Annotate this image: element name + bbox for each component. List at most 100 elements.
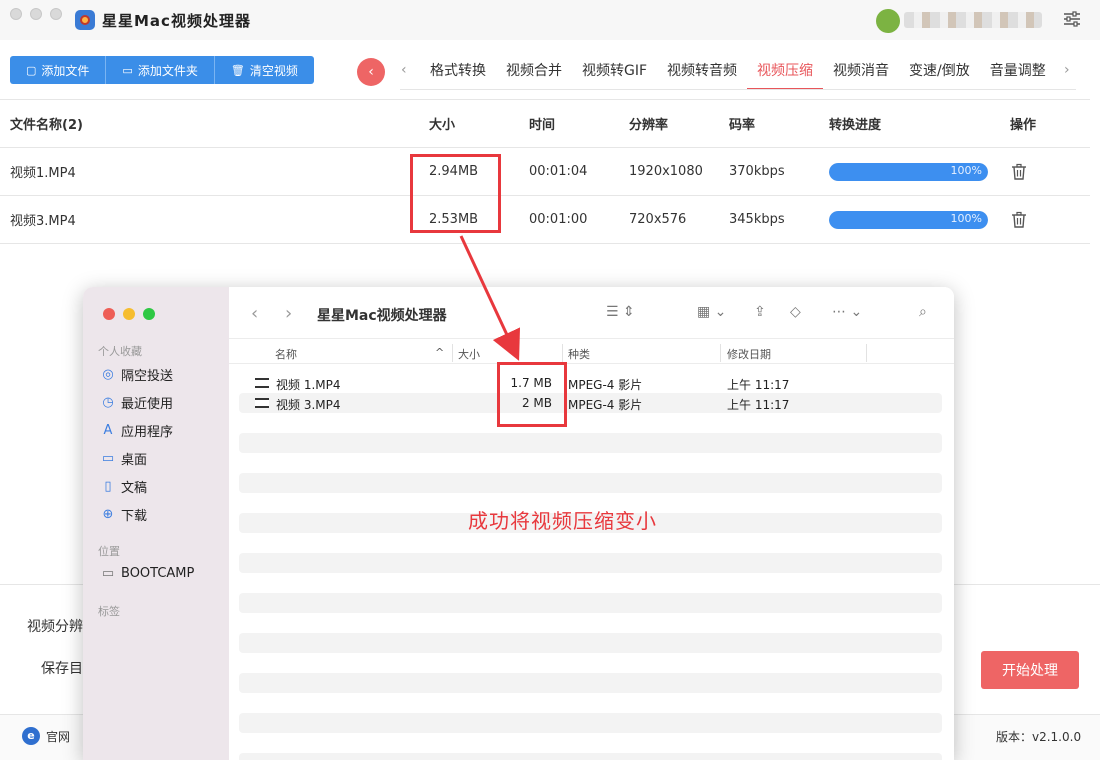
start-processing-button[interactable]: 开始处理 bbox=[981, 651, 1079, 689]
empty-row-stripe bbox=[239, 753, 942, 760]
sidebar-item-label: 桌面 bbox=[121, 453, 148, 468]
empty-row-stripe bbox=[239, 713, 942, 733]
progress-label: 100% bbox=[950, 211, 982, 225]
col-bitrate-header: 码率 bbox=[729, 118, 756, 133]
finder-minimize-button[interactable] bbox=[123, 308, 135, 320]
finder-toolbar: ‹ › 星星Mac视频处理器 ☰ ⇕ ▦ ⌄ ⇪ ◇ ⋯ ⌄ ⌕ bbox=[229, 287, 954, 339]
table-header: 文件名称(2) 大小 时间 分辨率 码率 转换进度 操作 bbox=[0, 100, 1090, 148]
finder-close-button[interactable] bbox=[103, 308, 115, 320]
progress-label: 100% bbox=[950, 163, 982, 177]
sidebar-item-1[interactable]: ◷ 最近使用 bbox=[101, 393, 173, 412]
minimize-window-button[interactable] bbox=[30, 8, 42, 20]
resolution-setting-label: 视频分辨 bbox=[27, 619, 83, 635]
tab-1[interactable]: 视频合并 bbox=[496, 52, 572, 90]
tabs-divider bbox=[400, 89, 1076, 90]
sidebar-item-4[interactable]: ▯ 文稿 bbox=[101, 477, 147, 496]
document-icon: ▯ bbox=[104, 479, 112, 494]
compressed-size-highlight-box bbox=[497, 362, 567, 427]
back-chevron-icon[interactable]: ‹ bbox=[251, 303, 258, 324]
sidebar-item-bootcamp[interactable]: ▭ BOOTCAMP bbox=[101, 566, 195, 581]
close-window-button[interactable] bbox=[10, 8, 22, 20]
tabs-scroll-right-icon[interactable]: › bbox=[1064, 62, 1070, 78]
bitrate-cell: 370kbps bbox=[729, 164, 785, 179]
save-dir-label: 保存目 bbox=[41, 661, 83, 677]
favorites-section-title: 个人收藏 bbox=[98, 345, 142, 358]
group-view-icon[interactable]: ▦ ⌄ bbox=[697, 304, 726, 320]
col-actions-header: 操作 bbox=[1010, 118, 1037, 133]
tab-2[interactable]: 视频转GIF bbox=[572, 52, 657, 90]
more-actions-icon[interactable]: ⋯ ⌄ bbox=[832, 304, 862, 320]
finder-file-row[interactable]: 视频 1.MP4 1.7 MB MPEG-4 影片 上午 11:17 bbox=[239, 373, 942, 393]
video-file-icon bbox=[255, 398, 269, 408]
user-avatar[interactable] bbox=[876, 9, 900, 33]
col-size-header: 大小 bbox=[429, 118, 456, 133]
tab-5[interactable]: 视频消音 bbox=[823, 52, 899, 90]
resolution-cell: 720x576 bbox=[629, 212, 687, 227]
empty-row-stripe bbox=[239, 633, 942, 653]
col-name-header: 文件名称(2) bbox=[10, 118, 83, 133]
sidebar-item-label: 最近使用 bbox=[121, 397, 174, 412]
tab-4[interactable]: 视频压缩 bbox=[747, 52, 824, 90]
add-file-button[interactable]: ▢ 添加文件 bbox=[10, 56, 107, 84]
tags-section-title: 标签 bbox=[98, 605, 120, 618]
tab-0[interactable]: 格式转换 bbox=[420, 52, 496, 90]
function-tabs: 格式转换 视频合并 视频转GIF 视频转音频 视频压缩 视频消音 变速/倒放 音量调整 bbox=[420, 52, 1056, 90]
file-name-cell: 视频1.MP4 bbox=[10, 166, 76, 181]
tab-6[interactable]: 变速/倒放 bbox=[899, 52, 980, 90]
tag-icon[interactable]: ◇ bbox=[790, 304, 801, 320]
col-kind[interactable]: 种类 bbox=[568, 346, 590, 362]
add-file-label: 添加文件 bbox=[41, 63, 90, 78]
app-title: 星星Mac视频处理器 bbox=[102, 12, 251, 30]
table-row[interactable]: 视频1.MP4 2.94MB 00:01:04 1920x1080 370kbps 100… bbox=[0, 148, 1090, 196]
delete-row-trash-icon[interactable] bbox=[1010, 211, 1028, 229]
empty-row-stripe bbox=[239, 593, 942, 613]
locations-section-title: 位置 bbox=[98, 545, 120, 558]
list-view-icon[interactable]: ☰ ⇕ bbox=[606, 304, 635, 320]
search-icon[interactable]: ⌕ bbox=[919, 304, 927, 320]
tab-3[interactable]: 视频转音频 bbox=[657, 52, 747, 90]
clear-videos-button[interactable]: 🗑 清空视频 bbox=[214, 56, 314, 84]
back-button[interactable]: ‹ bbox=[357, 58, 385, 86]
finder-zoom-button[interactable] bbox=[143, 308, 155, 320]
duration-cell: 00:01:00 bbox=[529, 212, 588, 227]
website-link[interactable]: 官网 bbox=[46, 728, 70, 745]
duration-cell: 00:01:04 bbox=[529, 164, 588, 179]
resolution-cell: 1920x1080 bbox=[629, 164, 703, 179]
sidebar-item-0[interactable]: ◎ 隔空投送 bbox=[101, 365, 173, 384]
trash-icon: 🗑 bbox=[230, 63, 245, 77]
applications-icon: A bbox=[103, 423, 113, 438]
version-label: 版本：v2.1.0.0 bbox=[996, 730, 1082, 744]
table-row[interactable]: 视频3.MP4 2.53MB 00:01:00 720x576 345kbps 100% bbox=[0, 196, 1090, 244]
finder-file-name: 视频 3.MP4 bbox=[276, 398, 341, 412]
file-icon: ▢ bbox=[26, 63, 37, 77]
finder-file-name: 视频 1.MP4 bbox=[276, 378, 341, 392]
airdrop-icon: ◎ bbox=[102, 367, 114, 382]
col-progress-header: 转换进度 bbox=[829, 118, 882, 133]
zoom-window-button[interactable] bbox=[50, 8, 62, 20]
finder-file-kind: MPEG-4 影片 bbox=[568, 398, 643, 412]
finder-file-row[interactable]: 视频 3.MP4 2 MB MPEG-4 影片 上午 11:17 bbox=[239, 393, 942, 413]
clock-icon: ◷ bbox=[102, 395, 114, 410]
website-icon[interactable]: e bbox=[22, 727, 40, 745]
chevron-left-icon: ‹ bbox=[368, 64, 374, 80]
file-name-cell: 视频3.MP4 bbox=[10, 214, 76, 229]
finder-file-date: 上午 11:17 bbox=[727, 378, 790, 392]
tabs-scroll-left-icon[interactable]: ‹ bbox=[401, 62, 407, 78]
finder-file-kind: MPEG-4 影片 bbox=[568, 378, 643, 392]
video-file-icon bbox=[255, 378, 269, 388]
sidebar-item-3[interactable]: ▭ 桌面 bbox=[101, 449, 147, 468]
col-date[interactable]: 修改日期 bbox=[727, 346, 771, 362]
forward-chevron-icon[interactable]: › bbox=[285, 303, 292, 324]
add-folder-button[interactable]: ▭ 添加文件夹 bbox=[106, 56, 215, 84]
share-icon[interactable]: ⇪ bbox=[754, 304, 766, 320]
sidebar-item-label: 隔空投送 bbox=[121, 369, 174, 384]
sidebar-item-label: 应用程序 bbox=[121, 425, 174, 440]
sidebar-item-5[interactable]: ⊕ 下载 bbox=[101, 505, 147, 524]
sidebar-item-2[interactable]: A 应用程序 bbox=[101, 421, 173, 440]
settings-sliders-icon[interactable] bbox=[1063, 10, 1081, 28]
delete-row-trash-icon[interactable] bbox=[1010, 163, 1028, 181]
col-size[interactable]: 大小 bbox=[458, 346, 480, 362]
tab-7[interactable]: 音量调整 bbox=[980, 52, 1056, 90]
disk-icon: ▭ bbox=[101, 566, 115, 581]
col-name[interactable]: 名称 bbox=[275, 346, 297, 362]
